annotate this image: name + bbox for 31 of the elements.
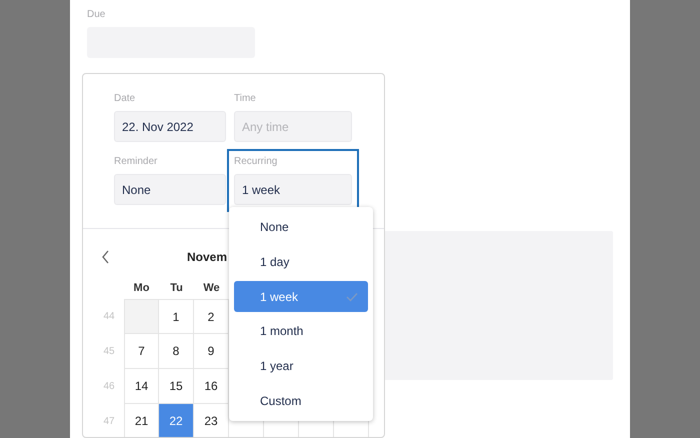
weekday-label: We xyxy=(202,281,221,296)
calendar-day[interactable]: 14 xyxy=(124,369,159,404)
calendar-day[interactable]: 7 xyxy=(124,334,159,369)
empty-day-cell xyxy=(124,299,159,334)
input-field[interactable]: 22. Nov 2022 xyxy=(114,111,226,142)
field-label: Time xyxy=(234,93,257,105)
week-number: 46 xyxy=(102,380,116,394)
field-label: Recurring xyxy=(234,156,278,168)
month-title: Novem xyxy=(187,250,228,264)
weekday-label: Tu xyxy=(169,281,184,296)
calendar-day[interactable]: 22 xyxy=(159,404,194,437)
menu-option[interactable]: 1 year xyxy=(234,350,368,382)
field-label: Date xyxy=(114,93,136,105)
check-icon xyxy=(346,292,358,302)
chevron-left-icon xyxy=(101,250,111,264)
input-field[interactable]: 1 week xyxy=(234,174,352,205)
calendar-day[interactable]: 8 xyxy=(159,334,194,369)
menu-option[interactable]: 1 month xyxy=(234,316,368,347)
week-number: 47 xyxy=(102,415,116,429)
field-label: Reminder xyxy=(114,156,158,168)
week-number: 44 xyxy=(102,310,116,324)
menu-option[interactable]: 1 week xyxy=(234,281,368,312)
menu-option[interactable]: None xyxy=(234,212,368,243)
previous-month-button[interactable] xyxy=(101,250,111,264)
calendar-day[interactable]: 1 xyxy=(159,299,194,334)
weekday-label: Mo xyxy=(132,281,150,296)
menu-option[interactable]: Custom xyxy=(234,385,368,416)
field-label: Due xyxy=(87,9,106,21)
input-field[interactable]: None xyxy=(114,174,226,205)
week-number: 45 xyxy=(102,345,116,359)
menu-option[interactable]: 1 day xyxy=(234,246,368,278)
